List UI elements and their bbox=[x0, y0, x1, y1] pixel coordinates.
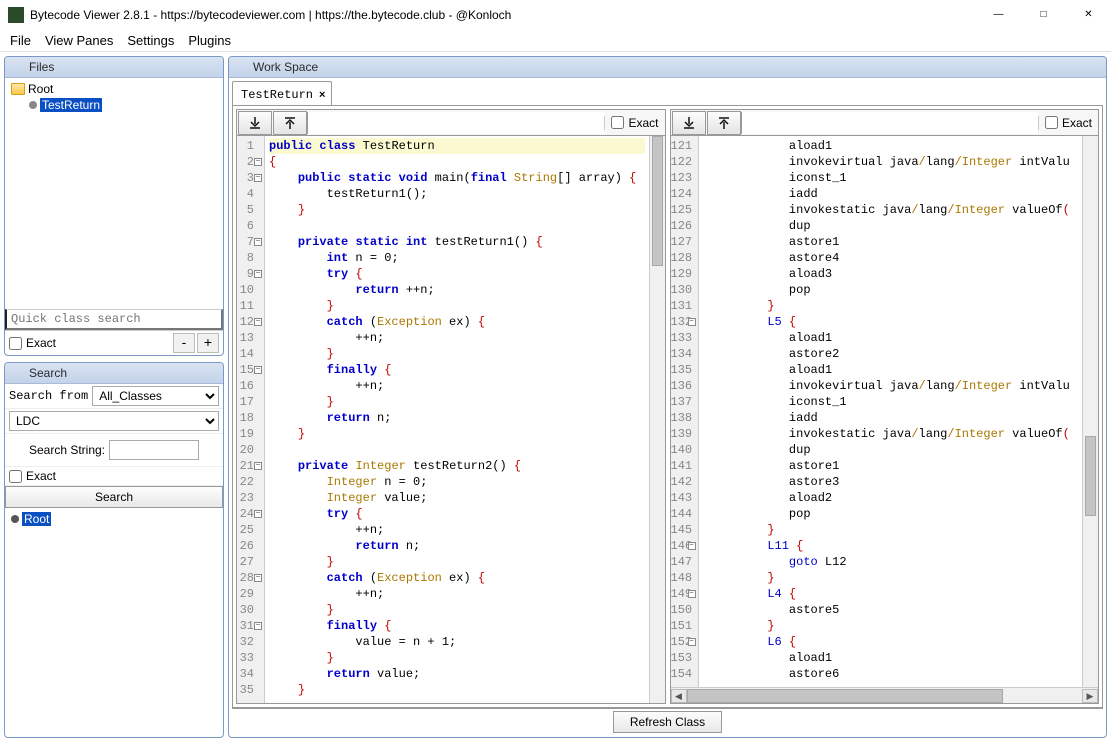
files-exact-label: Exact bbox=[26, 336, 171, 350]
titlebar: Bytecode Viewer 2.8.1 - https://bytecode… bbox=[0, 0, 1111, 30]
tab-strip: TestReturn × bbox=[232, 81, 1103, 105]
tab-content: Exact 12−3−4567−89−101112−131415−1617181… bbox=[232, 105, 1103, 708]
scroll-thumb[interactable] bbox=[652, 136, 663, 266]
scroll-thumb[interactable] bbox=[1085, 436, 1096, 516]
close-button[interactable]: ✕ bbox=[1066, 0, 1111, 30]
scroll-right-arrow[interactable]: ▶ bbox=[1082, 689, 1098, 703]
horizontal-scrollbar[interactable]: ◀ ▶ bbox=[671, 687, 1099, 703]
main-area: Files Root TestReturn Exact - bbox=[0, 52, 1111, 742]
code-area[interactable]: 121122123124125126127128129130131132−133… bbox=[671, 136, 1099, 687]
scroll-left-arrow[interactable]: ◀ bbox=[671, 689, 687, 703]
tree-root-label: Root bbox=[28, 82, 53, 96]
minimize-button[interactable]: — bbox=[976, 0, 1021, 30]
pane-toolbar: Exact bbox=[671, 110, 1099, 136]
tab-label: TestReturn bbox=[241, 88, 313, 102]
line-gutter: 12−3−4567−89−101112−131415−161718192021−… bbox=[237, 136, 265, 703]
pane-search-input[interactable] bbox=[307, 112, 604, 134]
result-root-label: Root bbox=[22, 512, 51, 526]
scroll-thumb[interactable] bbox=[687, 689, 1003, 703]
search-panel: Search Search from All_Classes LDC Searc… bbox=[4, 362, 224, 738]
class-icon bbox=[29, 101, 37, 109]
workspace-footer: Refresh Class bbox=[232, 708, 1103, 734]
result-root[interactable]: Root bbox=[11, 511, 217, 527]
menu-view-panes[interactable]: View Panes bbox=[39, 31, 119, 50]
pane-toolbar: Exact bbox=[237, 110, 665, 136]
files-panel-title: Files bbox=[5, 57, 223, 78]
search-type-select[interactable]: LDC bbox=[9, 411, 219, 431]
collapse-button[interactable]: - bbox=[173, 333, 195, 353]
decompiled-pane: Exact 12−3−4567−89−101112−131415−1617181… bbox=[236, 109, 666, 704]
quick-class-search-input[interactable] bbox=[5, 309, 223, 330]
search-from-select[interactable]: All_Classes bbox=[92, 386, 219, 406]
window-controls: — □ ✕ bbox=[976, 0, 1111, 30]
code-text[interactable]: aload1 invokevirtual java/lang/Integer i… bbox=[699, 136, 1083, 687]
search-exact-checkbox[interactable] bbox=[9, 470, 22, 483]
upload-button[interactable] bbox=[707, 111, 741, 135]
search-string-label: Search String: bbox=[29, 443, 105, 457]
pane-exact-checkbox[interactable] bbox=[1045, 116, 1058, 129]
vertical-scrollbar[interactable] bbox=[649, 136, 665, 703]
tree-item[interactable]: TestReturn bbox=[11, 97, 217, 113]
folder-icon bbox=[11, 83, 25, 95]
workspace-title: Work Space bbox=[229, 57, 1106, 78]
bullet-icon bbox=[11, 515, 19, 523]
pane-exact-label: Exact bbox=[628, 116, 658, 130]
tab-close-icon[interactable]: × bbox=[319, 89, 325, 101]
tree-item-label: TestReturn bbox=[40, 98, 102, 112]
code-text[interactable]: public class TestReturn{ public static v… bbox=[265, 136, 649, 703]
menu-plugins[interactable]: Plugins bbox=[182, 31, 237, 50]
line-gutter: 121122123124125126127128129130131132−133… bbox=[671, 136, 699, 687]
refresh-class-button[interactable]: Refresh Class bbox=[613, 711, 722, 733]
download-button[interactable] bbox=[672, 111, 706, 135]
search-button[interactable]: Search bbox=[5, 486, 223, 508]
tree-root[interactable]: Root bbox=[11, 81, 217, 97]
search-from-label: Search from bbox=[9, 389, 88, 403]
pane-exact-label: Exact bbox=[1062, 116, 1092, 130]
app-icon bbox=[8, 7, 24, 23]
maximize-button[interactable]: □ bbox=[1021, 0, 1066, 30]
vertical-scrollbar[interactable] bbox=[1082, 136, 1098, 687]
search-panel-title: Search bbox=[5, 363, 223, 384]
menubar: File View Panes Settings Plugins bbox=[0, 30, 1111, 52]
left-column: Files Root TestReturn Exact - bbox=[4, 56, 224, 738]
bytecode-pane: Exact 1211221231241251261271281291301311… bbox=[670, 109, 1100, 704]
search-results[interactable]: Root bbox=[5, 508, 223, 737]
files-panel: Files Root TestReturn Exact - bbox=[4, 56, 224, 356]
pane-exact-checkbox[interactable] bbox=[611, 116, 624, 129]
code-area[interactable]: 12−3−4567−89−101112−131415−161718192021−… bbox=[237, 136, 665, 703]
download-button[interactable] bbox=[238, 111, 272, 135]
pane-search-input[interactable] bbox=[741, 112, 1038, 134]
window-title: Bytecode Viewer 2.8.1 - https://bytecode… bbox=[30, 8, 976, 22]
tab-testreturn[interactable]: TestReturn × bbox=[232, 81, 332, 105]
workspace-column: Work Space TestReturn × bbox=[228, 56, 1107, 738]
search-string-input[interactable] bbox=[109, 440, 199, 460]
files-tree[interactable]: Root TestReturn bbox=[5, 78, 223, 309]
workspace-panel: Work Space TestReturn × bbox=[228, 56, 1107, 738]
files-exact-checkbox[interactable] bbox=[9, 337, 22, 350]
upload-button[interactable] bbox=[273, 111, 307, 135]
search-exact-label: Exact bbox=[26, 469, 56, 483]
expand-button[interactable]: + bbox=[197, 333, 219, 353]
menu-settings[interactable]: Settings bbox=[121, 31, 180, 50]
menu-file[interactable]: File bbox=[4, 31, 37, 50]
